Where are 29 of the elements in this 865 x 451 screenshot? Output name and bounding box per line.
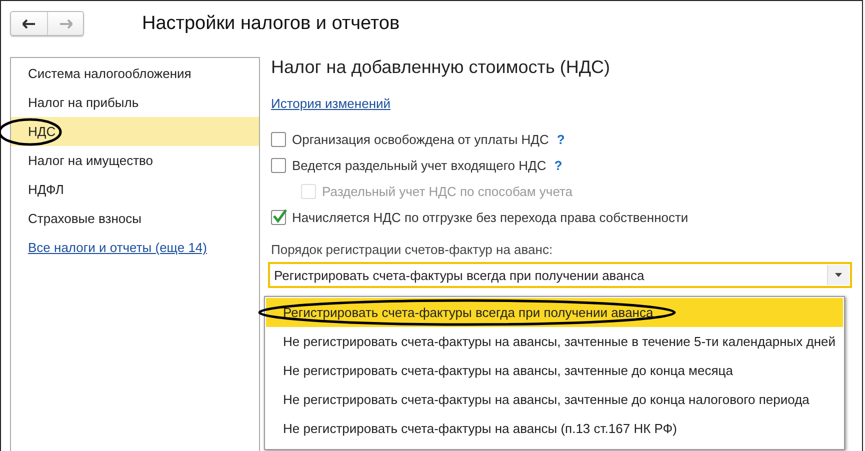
checkbox[interactable] (271, 210, 286, 224)
help-link[interactable]: ? (556, 132, 565, 146)
sidebar-item[interactable]: Налог на имущество (11, 146, 259, 175)
dropdown-option[interactable]: Не регистрировать счета-фактуры на авансы (п.13 ст.167 НК РФ) (266, 414, 843, 443)
sidebar-item[interactable]: НДФЛ (11, 175, 259, 204)
caret-icon (835, 273, 842, 277)
checkbox-label: Организация освобождена от уплаты НДС (292, 132, 549, 146)
dropdown-option[interactable]: Не регистрировать счета-фактуры на авансы, зачтенные до конца месяца (266, 356, 843, 385)
checkbox-label: Начисляется НДС по отгрузке без перехода права собственности (292, 210, 688, 224)
all-taxes-link[interactable]: Все налоги и отчеты (еще 14) (11, 240, 259, 255)
dropdown-field[interactable]: Регистрировать счета-фактуры всегда при получении аванса (268, 262, 852, 288)
back-arrow-icon (22, 18, 36, 28)
forward-arrow-icon (58, 18, 72, 28)
checkbox[interactable] (271, 158, 286, 172)
dropdown-option[interactable]: Не регистрировать счета-фактуры на авансы, зачтенные до конца налогового периода (266, 385, 843, 414)
dropdown-button[interactable] (827, 265, 849, 285)
sidebar-item[interactable]: НДС (11, 117, 259, 146)
checkbox-label: Раздельный учет НДС по способам учета (322, 184, 573, 198)
sidebar-item[interactable]: Страховые взносы (11, 204, 259, 233)
checkbox-label: Ведется раздельный учет входящего НДС (292, 158, 546, 172)
section-heading: Налог на добавленную стоимость (НДС) (271, 57, 612, 78)
history-link[interactable]: История изменений (271, 96, 391, 111)
help-link[interactable]: ? (554, 158, 562, 172)
sidebar-item[interactable]: Налог на прибыль (11, 88, 259, 117)
dropdown-option[interactable]: Не регистрировать счета-фактуры на авансы, зачтенные в течение 5-ти календарных дней (266, 327, 843, 356)
checkbox[interactable] (271, 132, 286, 146)
field-label: Порядок регистрации счетов-фактур на аванс: (271, 242, 554, 257)
window-title: Настройки налогов и отчетов (142, 12, 400, 34)
sidebar-item[interactable]: Система налогообложения (11, 59, 259, 88)
